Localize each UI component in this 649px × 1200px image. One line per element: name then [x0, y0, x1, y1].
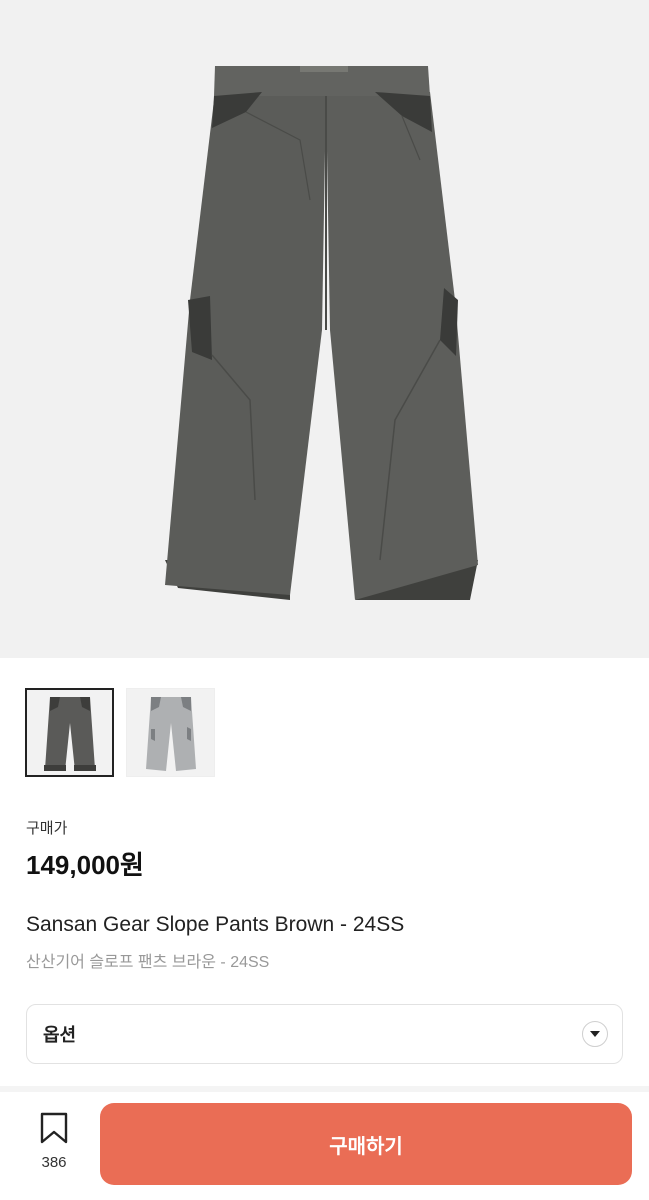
- price-value: 149,000원: [26, 850, 144, 880]
- option-label: 옵션: [43, 1025, 77, 1045]
- chevron-down-icon: [582, 1021, 608, 1047]
- thumbnail-strip: [25, 688, 215, 777]
- price-label: 구매가: [26, 820, 68, 837]
- product-hero-image[interactable]: [0, 0, 649, 658]
- thumbnail-charcoal[interactable]: [25, 688, 114, 777]
- bookmark-button[interactable]: 386: [30, 1112, 78, 1171]
- product-title-ko: 산산기어 슬로프 팬츠 브라운 - 24SS: [26, 954, 270, 971]
- buy-button[interactable]: 구매하기: [100, 1103, 632, 1185]
- bottom-action-bar: 386 구매하기: [0, 1092, 649, 1200]
- bookmark-icon: [40, 1112, 68, 1144]
- thumbnail-light-grey[interactable]: [126, 688, 215, 777]
- option-select[interactable]: 옵션: [26, 1004, 623, 1064]
- pants-thumbnail-icon: [145, 696, 196, 771]
- product-title-en: Sansan Gear Slope Pants Brown - 24SS: [26, 913, 405, 936]
- bookmark-count: 386: [41, 1154, 67, 1171]
- pants-thumbnail-icon: [43, 696, 96, 771]
- pants-illustration: [165, 66, 478, 600]
